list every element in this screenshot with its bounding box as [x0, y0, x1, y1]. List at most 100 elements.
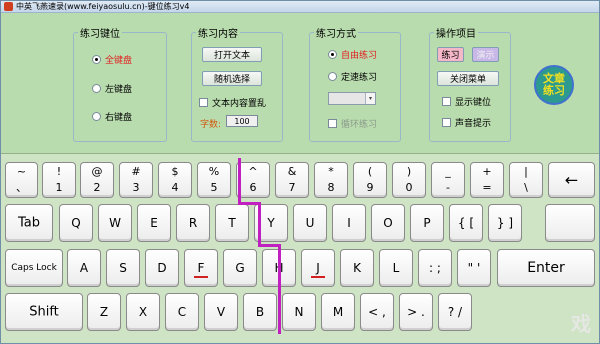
key-period[interactable]: > . [399, 293, 433, 331]
key-q[interactable]: Q [59, 204, 93, 242]
radio-right-keyboard[interactable]: 右键盘 [92, 110, 132, 123]
key-comma[interactable]: < , [360, 293, 394, 331]
key-o[interactable]: O [371, 204, 405, 242]
key-backslash[interactable]: | \ [509, 162, 543, 198]
key-e[interactable]: E [137, 204, 171, 242]
key-3[interactable]: #3 [119, 162, 153, 198]
key-minus[interactable]: _ - [431, 162, 465, 198]
key-shift-char: + [482, 165, 492, 178]
key-t[interactable]: T [215, 204, 249, 242]
key-shift-char: ( [367, 165, 373, 178]
radio-label: 定速练习 [341, 73, 378, 83]
radio-fixed-speed[interactable]: 定速练习 [328, 70, 377, 83]
key-label: L [392, 261, 400, 275]
radio-full-keyboard[interactable]: 全键盘 [92, 53, 132, 66]
key-n[interactable]: N [282, 293, 316, 331]
key-r[interactable]: R [176, 204, 210, 242]
random-select-button[interactable]: 随机选择 [202, 71, 262, 86]
loop-checkbox[interactable]: 循环练习 [328, 117, 377, 130]
article-practice-button[interactable]: 文章 练习 [534, 65, 574, 105]
key-equals[interactable]: + = [470, 162, 504, 198]
close-menu-button[interactable]: 关闭菜单 [437, 71, 499, 86]
radio-left-keyboard[interactable]: 左键盘 [92, 82, 132, 95]
demo-button[interactable]: 演示 [472, 47, 499, 62]
hand-divider-seg1 [238, 158, 241, 204]
key-1[interactable]: ! 1 [42, 162, 76, 198]
show-key-checkbox[interactable]: 显示键位 [442, 95, 491, 108]
key-char: 9 [366, 181, 374, 194]
key-position-title: 练习键位 [78, 25, 122, 40]
main-window: 中英飞燕速录(www.feiyaosulu.cn)-键位练习v4 练习键位 全键… [0, 0, 600, 344]
key-s[interactable]: S [106, 249, 140, 287]
virtual-keyboard: ~、 ! 1 @2 #3 $4 % 5 ^ 6 & 7 * 8 (9 ) 0 _ - + = |… [1, 153, 599, 343]
key-tab[interactable]: Tab [5, 204, 53, 242]
key-quote[interactable]: " ' [457, 249, 491, 287]
font-size-label: 字数: [200, 120, 222, 130]
key-l[interactable]: L [379, 249, 413, 287]
key-7[interactable]: & 7 [275, 162, 309, 198]
key-label: C [177, 305, 187, 319]
key-capslock[interactable]: Caps Lock [5, 249, 63, 287]
key-label: Z [99, 305, 109, 319]
practice-button[interactable]: 练习 [437, 47, 464, 62]
key-2[interactable]: @2 [80, 162, 114, 198]
key-i[interactable]: I [332, 204, 366, 242]
key-9[interactable]: (9 [353, 162, 387, 198]
key-label: V [216, 305, 226, 319]
key-enter-top[interactable] [545, 204, 595, 242]
font-size-input[interactable]: 100 [226, 115, 258, 127]
operations-title: 操作项目 [434, 25, 478, 40]
key-p[interactable]: P [410, 204, 444, 242]
chevron-down-icon: ▾ [365, 93, 375, 104]
key-w[interactable]: W [98, 204, 132, 242]
shuffle-checkbox[interactable]: 文本内容置乱 [199, 96, 266, 109]
radio-label: 右键盘 [105, 113, 133, 123]
sound-checkbox[interactable]: 声音提示 [442, 116, 491, 129]
key-label: X [138, 305, 148, 319]
key-right-bracket[interactable]: } ] [488, 204, 522, 242]
speed-dropdown[interactable]: ▾ [328, 92, 376, 105]
key-d[interactable]: D [145, 249, 179, 287]
key-shift-char: $ [171, 165, 179, 178]
key-label: M [332, 305, 344, 319]
key-0[interactable]: ) 0 [392, 162, 426, 198]
key-left-bracket[interactable]: { [ [449, 204, 483, 242]
article-button-line2: 练习 [543, 84, 565, 97]
key-semicolon[interactable]: : ; [418, 249, 452, 287]
key-shift-char: _ [445, 165, 451, 178]
radio-free-practice[interactable]: 自由练习 [328, 48, 377, 61]
key-8[interactable]: * 8 [314, 162, 348, 198]
hand-divider-seg3 [258, 202, 261, 246]
key-v[interactable]: V [204, 293, 238, 331]
checkbox-label: 声音提示 [455, 119, 492, 129]
key-backtick[interactable]: ~、 [5, 162, 38, 198]
key-enter[interactable]: Enter [497, 249, 595, 287]
key-6[interactable]: ^ 6 [236, 162, 270, 198]
key-f[interactable]: F [184, 249, 218, 287]
key-4[interactable]: $4 [158, 162, 192, 198]
key-char: 3 [132, 181, 140, 194]
key-backspace[interactable]: ← [548, 162, 595, 198]
key-slash[interactable]: ? / [438, 293, 472, 331]
key-b[interactable]: B [243, 293, 277, 331]
key-x[interactable]: X [126, 293, 160, 331]
key-shift[interactable]: Shift [5, 293, 83, 331]
key-label: A [79, 261, 89, 275]
key-label: Q [71, 216, 81, 230]
key-k[interactable]: K [340, 249, 374, 287]
key-z[interactable]: Z [87, 293, 121, 331]
key-m[interactable]: M [321, 293, 355, 331]
key-5[interactable]: % 5 [197, 162, 231, 198]
key-j[interactable]: J [301, 249, 335, 287]
key-c[interactable]: C [165, 293, 199, 331]
key-g[interactable]: G [223, 249, 257, 287]
title-bar: 中英飞燕速录(www.feiyaosulu.cn)-键位练习v4 [1, 1, 599, 13]
key-a[interactable]: A [67, 249, 101, 287]
key-char: - [446, 181, 450, 194]
key-u[interactable]: U [293, 204, 327, 242]
radio-label: 全键盘 [105, 56, 133, 66]
key-shift-char: ^ [248, 165, 258, 178]
key-label: ? / [447, 305, 463, 319]
hand-divider-seg5 [278, 244, 281, 334]
open-text-button[interactable]: 打开文本 [202, 47, 262, 62]
